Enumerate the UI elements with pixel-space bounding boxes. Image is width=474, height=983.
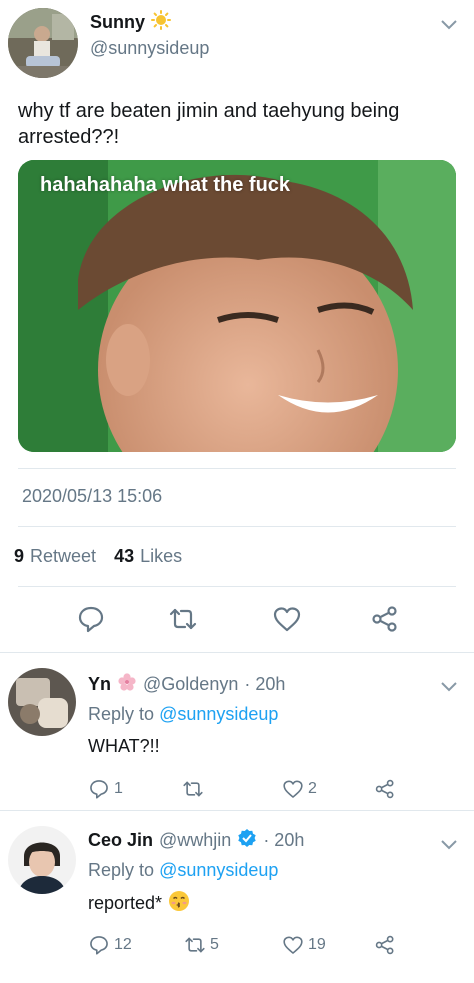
- like-button[interactable]: 2: [282, 778, 317, 800]
- cherry-blossom-icon: [117, 672, 137, 697]
- like-icon: [283, 936, 303, 954]
- author-avatar[interactable]: [8, 8, 78, 78]
- like-label[interactable]: Likes: [140, 546, 182, 567]
- reply-count: 1: [114, 780, 123, 797]
- share-button[interactable]: [374, 778, 396, 800]
- reply-author-line: Yn @Goldenyn · 20h: [88, 672, 285, 697]
- like-icon[interactable]: [272, 604, 302, 634]
- verified-badge-icon: [237, 828, 257, 853]
- like-button[interactable]: 19: [282, 934, 326, 956]
- reply-to-line: Reply to @sunnysideup: [88, 704, 278, 725]
- kissing-face-icon: [168, 890, 190, 917]
- like-count: 19: [308, 936, 326, 953]
- tweet-header: Sunny @sunnysideup: [0, 0, 474, 90]
- reply-time: · 20h: [244, 674, 286, 694]
- tweet-text: why tf are beaten jimin and taehyung bei…: [18, 100, 400, 148]
- reply-to-label: Reply to: [88, 704, 155, 724]
- retweet-icon: [185, 937, 205, 953]
- retweet-icon[interactable]: [168, 604, 198, 634]
- divider: [18, 586, 456, 587]
- reply-avatar[interactable]: [8, 826, 76, 894]
- reply-text: reported*: [88, 890, 190, 917]
- reply-button[interactable]: 1: [88, 778, 123, 800]
- like-count[interactable]: 43: [114, 546, 134, 567]
- reply-author-line: Ceo Jin @wwhjin · 20h: [88, 828, 304, 853]
- reply-author-name[interactable]: Yn: [88, 674, 111, 695]
- reply-item[interactable]: Ceo Jin @wwhjin · 20h Reply to @sunnysid…: [0, 810, 474, 983]
- chevron-down-icon[interactable]: [440, 838, 458, 850]
- reply-to-line: Reply to @sunnysideup: [88, 860, 278, 881]
- reply-text-content: WHAT?!!: [88, 736, 160, 756]
- reply-to-label: Reply to: [88, 860, 155, 880]
- reply-text: WHAT?!!: [88, 736, 160, 757]
- reply-author-handle[interactable]: @Goldenyn: [143, 674, 238, 695]
- reply-icon[interactable]: [76, 604, 106, 634]
- like-icon: [283, 780, 303, 798]
- author-handle[interactable]: @sunnysideup: [90, 38, 209, 59]
- retweet-count[interactable]: 9: [14, 546, 24, 567]
- author-name[interactable]: Sunny: [90, 12, 145, 33]
- reply-text-content: reported*: [88, 893, 163, 913]
- author-name-line: Sunny: [90, 10, 172, 35]
- share-icon: [375, 935, 394, 955]
- reply-author-handle[interactable]: @wwhjin: [159, 830, 231, 851]
- share-icon[interactable]: [370, 604, 400, 634]
- tweet-media-image[interactable]: hahahahaha what the fuck: [18, 160, 456, 452]
- retweet-count: 5: [210, 936, 219, 953]
- reply-to-handle-link[interactable]: @sunnysideup: [159, 704, 278, 724]
- reply-icon: [90, 936, 108, 955]
- retweet-icon: [183, 781, 203, 797]
- retweet-label[interactable]: Retweet: [30, 546, 96, 567]
- reply-author-name[interactable]: Ceo Jin: [88, 830, 153, 851]
- chevron-down-icon[interactable]: [440, 680, 458, 692]
- reply-button[interactable]: 12: [88, 934, 132, 956]
- share-icon: [375, 779, 394, 799]
- reply-count: 12: [114, 936, 132, 953]
- media-caption: hahahahaha what the fuck: [40, 174, 291, 196]
- reply-time: · 20h: [263, 830, 305, 850]
- reply-avatar[interactable]: [8, 668, 76, 736]
- divider: [18, 468, 456, 469]
- retweet-button[interactable]: [182, 778, 208, 800]
- sun-icon: [151, 10, 172, 35]
- tweet-stats: 9 Retweet 43 Likes: [14, 546, 182, 567]
- like-count: 2: [308, 780, 317, 797]
- tweet-timestamp: 2020/05/13 15:06: [22, 486, 163, 506]
- reply-icon: [90, 780, 108, 799]
- retweet-button[interactable]: 5: [184, 934, 219, 956]
- share-button[interactable]: [374, 934, 396, 956]
- reply-item[interactable]: Yn @Goldenyn · 20h Reply to @sunnysideup…: [0, 652, 474, 810]
- chevron-down-icon[interactable]: [440, 18, 458, 30]
- reply-to-handle-link[interactable]: @sunnysideup: [159, 860, 278, 880]
- divider: [18, 526, 456, 527]
